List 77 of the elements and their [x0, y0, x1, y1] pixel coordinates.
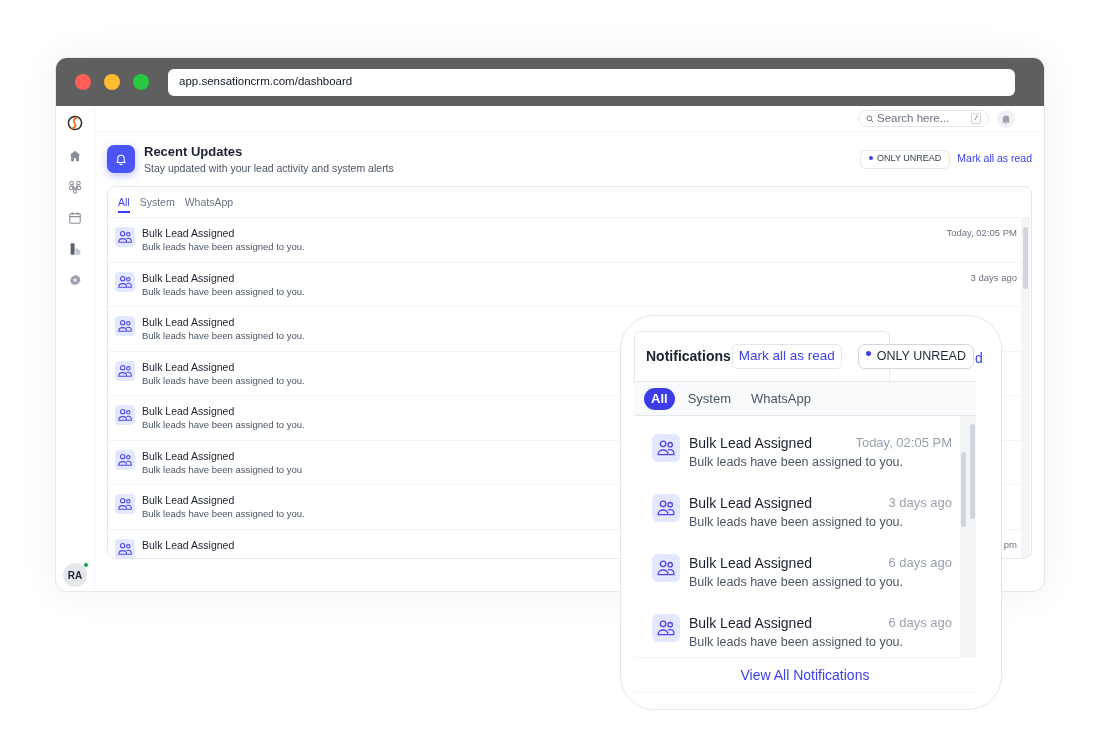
window-close-icon[interactable] — [75, 74, 91, 90]
url-bar[interactable]: app.sensationcrm.com/dashboard — [168, 68, 1015, 96]
notification-row[interactable]: Bulk Lead Assigned Bulk leads have been assigned to you. 3 days ago — [108, 262, 1021, 307]
notification-description: Bulk leads have been assigned to you. — [142, 241, 305, 253]
network-icon[interactable] — [68, 180, 82, 194]
notification-description: Bulk leads have been assigned to you. — [689, 514, 905, 530]
notification-title: Bulk Lead Assigned — [142, 449, 236, 462]
notification-row[interactable]: Bulk Lead Assigned 6 days ago Bulk leads have been assigned to you. — [634, 596, 960, 656]
notification-description: Bulk leads have been assigned to you. — [689, 574, 905, 590]
mark-all-read-link[interactable]: Mark all as read — [957, 151, 1032, 167]
notification-title: Bulk Lead Assigned — [689, 614, 812, 632]
home-icon[interactable] — [68, 149, 82, 163]
logo-icon[interactable] — [67, 115, 83, 131]
only-unread-filter[interactable]: ONLY UNREAD — [860, 149, 951, 169]
link-text-fragment: d — [975, 349, 983, 368]
notification-time: 6 days ago — [888, 554, 952, 572]
notification-description: Bulk leads have been assigned to you. — [689, 634, 905, 650]
notification-description: Bulk leads have been assigned to you. — [142, 285, 305, 298]
section-title: Recent Updates — [144, 143, 244, 160]
people-icon — [115, 405, 135, 425]
people-icon — [115, 538, 135, 558]
settings-icon[interactable] — [68, 273, 82, 287]
window-minimize-icon[interactable] — [104, 74, 120, 90]
section-subtitle: Stay updated with your lead activity and system alerts — [144, 160, 394, 175]
people-icon — [115, 494, 135, 514]
notification-title: Bulk Lead Assigned — [142, 360, 236, 373]
mark-all-read-button[interactable]: Mark all as read — [731, 343, 842, 369]
notification-time: 3 days ago — [970, 271, 1017, 284]
user-avatar[interactable]: RA — [63, 563, 87, 587]
people-icon — [115, 271, 135, 292]
people-icon — [115, 316, 135, 336]
notification-description: Bulk leads have been assigned to you. — [689, 454, 905, 470]
notification-title: Bulk Lead Assigned — [142, 494, 236, 506]
people-icon — [115, 227, 135, 247]
notification-title: Bulk Lead Assigned — [689, 554, 812, 572]
notification-title: Bulk Lead Assigned — [142, 271, 236, 284]
notification-time: pm — [1003, 538, 1017, 551]
notification-title: Bulk Lead Assigned — [689, 494, 812, 512]
view-all-link[interactable]: View All Notifications — [740, 664, 870, 686]
people-icon — [652, 554, 680, 582]
scrollbar-thumb[interactable] — [970, 424, 975, 519]
bell-icon — [107, 145, 135, 173]
only-unread-filter[interactable]: ONLY UNREAD — [857, 343, 974, 369]
notification-time: 3 days ago — [888, 494, 952, 512]
people-icon — [652, 494, 680, 522]
tab[interactable]: System — [139, 192, 175, 213]
people-icon — [652, 434, 680, 462]
notification-row[interactable]: Bulk Lead Assigned 6 days ago Bulk leads have been assigned to you. — [634, 536, 960, 596]
window-maximize-icon[interactable] — [133, 74, 149, 90]
people-icon — [652, 614, 680, 642]
notification-bell-icon[interactable] — [997, 109, 1015, 128]
notification-description: Bulk leads have been assigned to you. — [142, 419, 305, 431]
notification-title: Bulk Lead Assigned — [142, 538, 235, 551]
notification-description: Bulk leads have been assigned to you — [142, 463, 303, 476]
scrollbar-track[interactable] — [1021, 218, 1030, 558]
scrollbar-track[interactable] — [960, 416, 968, 657]
notification-row[interactable]: Bulk Lead Assigned Bulk leads have been assigned to you. Today, 02:05 PM — [108, 218, 1021, 263]
scrollbar-track[interactable] — [968, 416, 976, 657]
people-icon — [115, 360, 135, 381]
bar-chart-icon[interactable] — [68, 242, 82, 256]
calendar-icon[interactable] — [68, 211, 82, 225]
tab[interactable]: All — [118, 192, 130, 213]
notification-description: Bulk leads have been assigned to you. — [142, 508, 305, 520]
notification-title: Bulk Lead Assigned — [142, 405, 236, 417]
notification-time: Today, 02:05 PM — [946, 227, 1017, 239]
tab[interactable]: All — [644, 387, 675, 410]
search-input[interactable]: Search here... — [877, 109, 968, 128]
notification-description: Bulk leads have been assigned to you. — [142, 330, 305, 342]
notification-time: 6 days ago — [888, 614, 952, 632]
search-icon — [866, 114, 874, 123]
scrollbar-thumb[interactable] — [1023, 227, 1028, 289]
scrollbar-thumb[interactable] — [961, 452, 966, 527]
notification-title: Bulk Lead Assigned — [142, 227, 236, 239]
tab[interactable]: WhatsApp — [184, 192, 234, 213]
notification-description: Bulk leads have been assigned to you. — [142, 374, 305, 387]
people-icon — [115, 449, 135, 470]
notification-title: Bulk Lead Assigned — [142, 316, 236, 328]
